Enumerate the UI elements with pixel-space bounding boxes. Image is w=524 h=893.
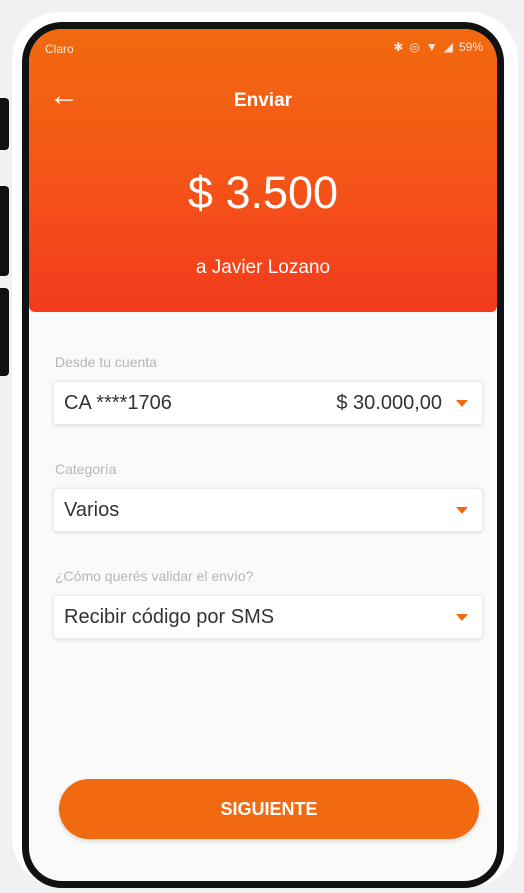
account-number: CA ****1706 (64, 391, 172, 414)
volume-up-side-button (0, 98, 9, 150)
category-label: Categoría (55, 461, 117, 477)
validation-value: Recibir código por SMS (64, 605, 275, 628)
wifi-icon: ▼ (425, 40, 438, 54)
app-bar: ← Enviar (29, 77, 497, 117)
vibrate-icon: ◎ (409, 40, 420, 54)
account-select[interactable]: CA ****1706 $ 30.000,00 (53, 381, 483, 425)
next-button[interactable]: SIGUIENTE (59, 779, 479, 839)
battery-percent: 59% (458, 40, 483, 54)
status-icons: ✱ ◎ ▼ ◢ 59% (393, 40, 483, 54)
chevron-down-icon (456, 613, 468, 621)
page-title: Enviar (233, 90, 293, 111)
bluetooth-icon: ✱ (393, 40, 404, 54)
validation-label: ¿Cómo querés validar el envío? (55, 568, 254, 584)
account-label: Desde tu cuenta (55, 354, 157, 370)
transfer-amount: $ 3.500 (187, 167, 339, 218)
account-balance: $ 30.000,00 (336, 391, 442, 414)
status-bar: Claro ✱ ◎ ▼ ◢ 59% (29, 29, 497, 67)
volume-down-side-button (0, 186, 9, 276)
app-screen: Claro ✱ ◎ ▼ ◢ 59% ← Enviar $ 3.500 a Jav… (29, 29, 497, 881)
category-value: Varios (64, 498, 120, 521)
chevron-down-icon (456, 506, 468, 514)
phone-screen: Claro ✱ ◎ ▼ ◢ 59% ← Enviar $ 3.500 a Jav… (22, 22, 504, 888)
category-select[interactable]: Varios (53, 488, 483, 532)
validation-select[interactable]: Recibir código por SMS (53, 595, 483, 639)
recipient-name: a Javier Lozano (195, 257, 331, 278)
signal-icon: ◢ (443, 40, 453, 54)
header-banner: Claro ✱ ◎ ▼ ◢ 59% ← Enviar $ 3.500 a Jav… (29, 29, 497, 312)
carrier-name: Claro (45, 42, 74, 56)
power-side-button (0, 288, 9, 376)
chevron-down-icon (456, 399, 468, 407)
